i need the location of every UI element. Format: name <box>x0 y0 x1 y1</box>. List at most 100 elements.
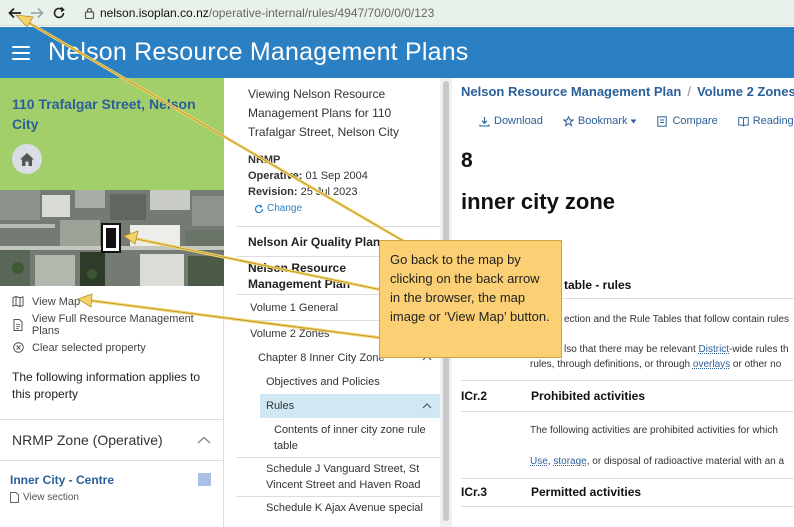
map-icon <box>12 296 24 308</box>
section-note-line-2: rules, through definitions, or through o… <box>530 359 781 370</box>
change-button[interactable]: Change <box>236 200 440 214</box>
site-info-icon[interactable] <box>82 6 96 20</box>
tree-schedule-j[interactable]: Schedule J Vanguard Street, St Vincent S… <box>236 458 440 496</box>
plan-air-quality-label: Nelson Air Quality Plan <box>248 234 381 249</box>
home-button[interactable] <box>12 144 42 174</box>
tree-rules[interactable]: Rules <box>260 394 440 418</box>
tree-objectives-label: Objectives and Policies <box>266 376 380 388</box>
revision-date: 25 Jul 2023 <box>300 186 358 198</box>
section-icr2-heading: ICr.2 Prohibited activities <box>461 389 645 403</box>
address-bar[interactable]: nelson.isoplan.co.nz/operative-internal/… <box>82 6 434 20</box>
section-icr2-code: ICr.2 <box>461 389 488 403</box>
document-icon <box>12 318 24 331</box>
clear-property-link[interactable]: Clear selected property <box>12 336 223 359</box>
view-map-button[interactable]: View Map <box>12 290 223 313</box>
tree-contents[interactable]: Contents of inner city zone rule table <box>236 418 440 458</box>
chapter-title: inner city zone <box>461 189 616 214</box>
menu-icon[interactable] <box>12 45 30 60</box>
divider <box>461 411 794 412</box>
zone-heading: NRMP Zone (Operative) <box>12 432 163 448</box>
tree-schedule-j-label: Schedule J Vanguard Street, St Vincent S… <box>266 463 421 491</box>
zone-accordion-header[interactable]: NRMP Zone (Operative) <box>0 419 223 461</box>
tree-rules-label: Rules <box>266 400 295 412</box>
breadcrumb-separator: / <box>687 84 691 99</box>
zone-item: Inner City - Centre <box>0 461 223 487</box>
compare-icon <box>657 115 668 127</box>
tree-contents-label: Contents of inner city zone rule table <box>274 423 426 452</box>
property-address: 110 Trafalgar Street, Nelson City <box>12 96 196 132</box>
section-intro-text: ection and the Rule Tables that follow c… <box>564 314 789 325</box>
compare-label: Compare <box>672 115 718 127</box>
prohibited-rule-text: Use, storage, or disposal of radioactive… <box>530 456 784 467</box>
map-image[interactable] <box>0 190 224 286</box>
star-icon <box>562 115 574 127</box>
address-card: 110 Trafalgar Street, Nelson City <box>0 78 224 190</box>
document-icon <box>10 492 19 503</box>
view-section-link[interactable]: View section <box>0 487 223 508</box>
section-note-line-1: lso that there may be relevant District-… <box>564 344 789 355</box>
download-button[interactable]: Download <box>479 115 543 127</box>
overlays-link[interactable]: overlays <box>693 359 730 370</box>
app-title: Nelson Resource Management Plans <box>48 38 469 66</box>
note-text-d: or other no <box>732 359 782 370</box>
use-link[interactable]: Use <box>530 456 548 467</box>
view-full-plans-link[interactable]: View Full Resource Management Plans <box>12 312 223 337</box>
refresh-icon <box>254 204 264 213</box>
operative-date: 01 Sep 2004 <box>305 170 368 182</box>
revision-label: Revision: <box>248 186 298 198</box>
forward-arrow-button[interactable] <box>26 2 48 24</box>
divider <box>461 478 794 479</box>
comma-text: , <box>547 456 551 467</box>
plan-code: NRMP <box>248 154 281 166</box>
breadcrumb-plan[interactable]: Nelson Resource Management Plan <box>461 84 681 99</box>
tree-schedule-k-label: Schedule K Ajax Avenue special <box>266 501 423 514</box>
instruction-callout: Go back to the map by clicking on the ba… <box>379 240 562 358</box>
compare-button[interactable]: Compare <box>657 115 718 127</box>
chapter-number: 8 <box>461 149 473 172</box>
section-icr3-code: ICr.3 <box>461 485 488 499</box>
back-arrow-button[interactable] <box>4 2 26 24</box>
app-header: Nelson Resource Management Plans <box>0 27 794 78</box>
prohibited-intro-text: The following activities are prohibited … <box>530 425 778 436</box>
tree-objectives[interactable]: Objectives and Policies <box>236 370 440 394</box>
tree-schedule-k[interactable]: Schedule K Ajax Avenue special <box>236 496 440 518</box>
download-icon <box>479 116 490 127</box>
reading-mode-label: Reading mode <box>752 115 794 127</box>
chevron-up-icon <box>422 403 432 409</box>
view-full-plans-label: View Full Resource Management Plans <box>31 312 194 337</box>
tree-volume-2-label: Volume 2 Zones <box>250 327 330 340</box>
storage-link[interactable]: storage <box>553 456 586 467</box>
view-section-label: View section <box>23 492 79 503</box>
forward-arrow-icon <box>31 7 44 18</box>
district-link[interactable]: District <box>699 344 730 355</box>
breadcrumb: Nelson Resource Management Plan / Volume… <box>452 78 794 99</box>
note-text-c: rules, through definitions, or through <box>530 359 691 370</box>
section-icr3-heading: ICr.3 Permitted activities <box>461 485 641 499</box>
close-circle-icon <box>12 342 24 354</box>
plan-resource-management-label: Nelson Resource Management Plan <box>248 260 351 291</box>
url-path: /operative-internal/rules/4947/70/0/0/0/… <box>208 5 435 20</box>
section-rules-table-title: table - rules <box>564 278 632 292</box>
chevron-up-icon <box>197 436 211 444</box>
section-rules-table-heading: table - rules <box>564 278 631 292</box>
url-host: nelson.isoplan.co.nz <box>100 5 209 20</box>
download-label: Download <box>494 115 543 127</box>
note-text-b: -wide rules th <box>729 344 789 355</box>
change-label: Change <box>267 203 303 214</box>
bookmark-button[interactable]: Bookmark <box>562 115 638 127</box>
back-arrow-icon <box>8 7 21 18</box>
reading-mode-button[interactable]: Reading mode <box>737 115 794 127</box>
reload-button[interactable] <box>48 2 70 24</box>
prohibited-rule-tail: , or disposal of radioactive material wi… <box>586 456 785 467</box>
property-panel: 110 Trafalgar Street, Nelson City View M… <box>0 78 224 527</box>
tree-volume-1-label: Volume 1 General <box>250 301 339 314</box>
zone-name: Inner City - Centre <box>10 473 115 487</box>
reload-icon <box>53 6 65 18</box>
note-text-a: lso that there may be relevant <box>564 344 696 355</box>
section-icr2-title: Prohibited activities <box>531 389 646 403</box>
zone-color-swatch <box>198 473 211 486</box>
aerial-map-thumbnail <box>0 190 224 286</box>
clear-property-label: Clear selected property <box>32 341 146 354</box>
bookmark-label: Bookmark <box>577 115 628 127</box>
breadcrumb-volume[interactable]: Volume 2 Zones <box>697 84 794 99</box>
